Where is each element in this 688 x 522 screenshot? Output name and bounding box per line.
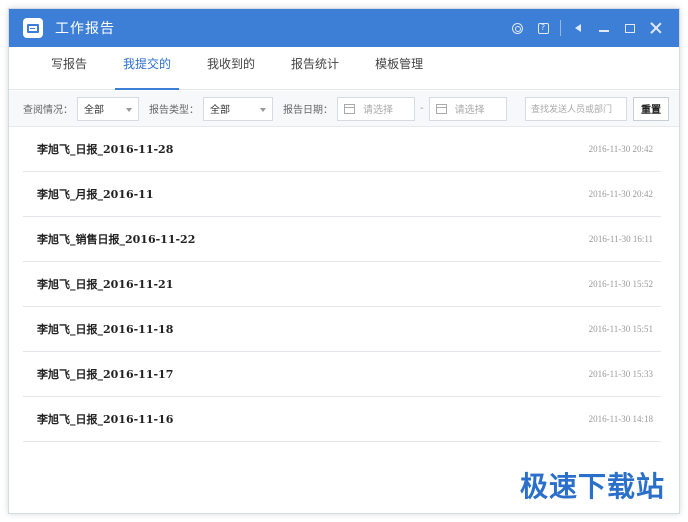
calendar-icon [344,103,355,114]
report-name: 李旭飞_月报_2016-11 [37,188,154,201]
list-item[interactable]: 李旭飞_日报_2016-11-21 2016-11-30 15:52 [23,262,661,307]
list-item[interactable]: 李旭飞_月报_2016-11 2016-11-30 20:42 [23,172,661,217]
title-bar: 工作报告 ? [9,9,679,47]
report-time: 2016-11-30 20:42 [588,144,653,154]
settings-button[interactable] [504,9,530,47]
list-item[interactable]: 李旭飞_日报_2016-11-16 2016-11-30 14:18 [23,397,661,442]
tab-statistics[interactable]: 报告统计 [273,47,357,90]
help-icon: ? [537,22,549,34]
report-date-label: 报告日期： [283,105,333,116]
date-start-placeholder: 请选择 [363,105,393,116]
date-end-input[interactable]: 请选择 [428,96,507,121]
query-status-value: 全部 [84,105,104,116]
chevron-down-icon [126,107,132,112]
title-tools: ? [504,9,679,47]
watermark-text: 极速下载站 [519,470,665,503]
maximize-button[interactable] [617,9,643,47]
report-time: 2016-11-30 15:52 [588,279,653,289]
app-window: 工作报告 ? 写报告 我提交的 我收到的 报告统计 模板管理 查阅情况： 全部 … [8,8,680,514]
report-name: 李旭飞_日报_2016-11-18 [37,323,174,336]
sound-button[interactable] [565,9,591,47]
report-time: 2016-11-30 16:11 [588,234,653,244]
report-time: 2016-11-30 20:42 [588,189,653,199]
close-button[interactable] [643,9,669,47]
reset-button[interactable]: 重置 [633,96,669,121]
tab-my-submitted[interactable]: 我提交的 [105,47,189,90]
report-time: 2016-11-30 14:18 [588,414,653,424]
tab-received[interactable]: 我收到的 [189,47,273,90]
date-separator: - [420,103,424,114]
report-list: 李旭飞_日报_2016-11-28 2016-11-30 20:42 李旭飞_月… [23,127,661,442]
date-start-input[interactable]: 请选择 [337,96,415,121]
report-time: 2016-11-30 15:51 [588,324,653,334]
date-end-placeholder: 请选择 [454,105,485,116]
minimize-icon [599,30,609,32]
report-type-label: 报告类型： [149,105,199,116]
sound-icon [575,24,581,32]
tab-write-report[interactable]: 写报告 [33,47,105,90]
minimize-button[interactable] [591,9,617,47]
close-icon [650,22,662,34]
query-status-label: 查阅情况： [23,105,73,116]
report-time: 2016-11-30 15:33 [588,369,653,379]
list-item[interactable]: 李旭飞_日报_2016-11-17 2016-11-30 15:33 [23,352,661,397]
maximize-icon [625,23,635,33]
calendar-icon [435,103,447,114]
search-input[interactable]: 查找发送人员或部门 [525,96,627,121]
list-item[interactable]: 李旭飞_日报_2016-11-28 2016-11-30 20:42 [23,127,661,172]
gear-icon [511,22,523,34]
window-title: 工作报告 [55,21,115,37]
tab-bar: 写报告 我提交的 我收到的 报告统计 模板管理 [9,47,679,90]
list-item[interactable]: 李旭飞_日报_2016-11-18 2016-11-30 15:51 [23,307,661,352]
title-divider [560,20,561,36]
tab-template-management[interactable]: 模板管理 [357,47,441,90]
report-name: 李旭飞_日报_2016-11-16 [37,413,174,426]
query-status-select[interactable]: 全部 [77,96,139,121]
chevron-down-icon [260,107,266,112]
app-logo-icon [23,18,43,38]
report-name: 李旭飞_销售日报_2016-11-22 [37,233,196,246]
search-placeholder: 查找发送人员或部门 [531,105,613,115]
report-name: 李旭飞_日报_2016-11-21 [37,278,174,291]
list-item[interactable]: 李旭飞_销售日报_2016-11-22 2016-11-30 16:11 [23,217,661,262]
help-button[interactable]: ? [530,9,556,47]
report-type-select[interactable]: 全部 [203,96,273,121]
filter-bar: 查阅情况： 全部 报告类型： 全部 报告日期： 请选择 - 请选择 查找发送人员… [9,91,679,127]
report-type-value: 全部 [210,105,230,116]
report-name: 李旭飞_日报_2016-11-17 [37,368,174,381]
report-name: 李旭飞_日报_2016-11-28 [37,143,174,156]
